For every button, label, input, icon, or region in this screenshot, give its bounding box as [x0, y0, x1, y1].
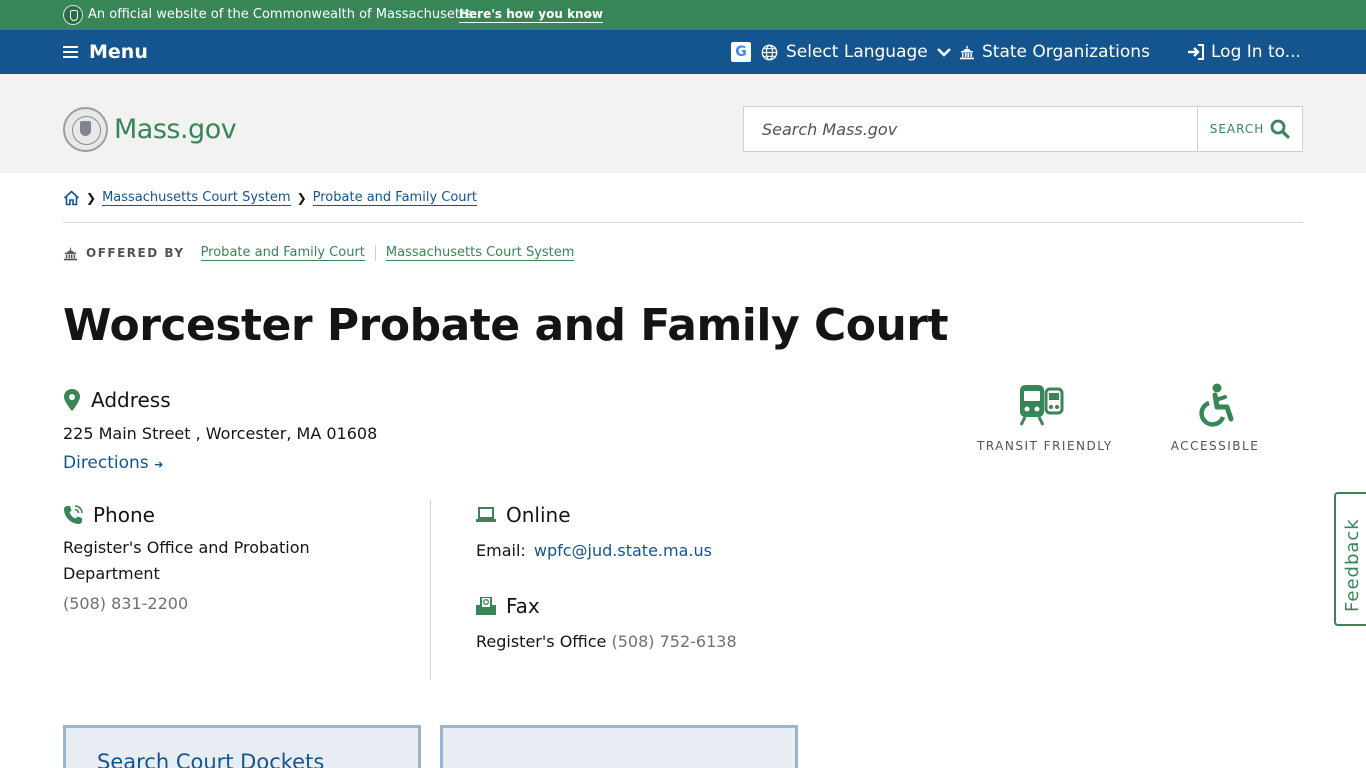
phone-description: Register's Office and Probation Departme… [63, 538, 310, 583]
heres-how-you-know-link[interactable]: Here's how you know [459, 7, 603, 23]
offered-by-link[interactable]: Probate and Family Court [200, 245, 365, 261]
capitol-building-icon [63, 246, 78, 260]
language-selector[interactable]: G Select Language [731, 41, 951, 63]
directions-link[interactable]: Directions ➜ [63, 450, 163, 478]
chevron-down-icon [936, 48, 951, 57]
address-heading-label: Address [91, 388, 171, 412]
arrow-right-icon: ➜ [154, 458, 164, 471]
chevron-right-icon: ❯ [296, 191, 307, 205]
card-title: Search Court Dockets [97, 750, 325, 768]
fax-heading: Fax [476, 594, 540, 618]
menu-label: Menu [89, 41, 148, 63]
fax-heading-label: Fax [506, 594, 540, 618]
search-icon [1270, 119, 1290, 139]
divider [430, 500, 431, 680]
phone-heading: Phone [63, 503, 155, 527]
offered-by-label: OFFERED BY [86, 246, 185, 260]
state-organizations-label: State Organizations [982, 42, 1150, 62]
language-label: Select Language [786, 42, 928, 62]
fax-label: Register's Office [476, 632, 607, 651]
address-heading: Address [63, 388, 171, 412]
accessible-icon [1199, 383, 1234, 427]
feedback-button[interactable]: Feedback [1334, 492, 1366, 626]
globe-icon [761, 44, 778, 60]
link-card[interactable] [440, 725, 798, 768]
phone-icon [64, 505, 83, 524]
breadcrumb-link[interactable]: Massachusetts Court System [102, 190, 291, 206]
capitol-building-icon [960, 45, 974, 60]
chevron-right-icon: ❯ [86, 191, 97, 205]
search-input[interactable] [744, 107, 1197, 151]
official-banner: An official website of the Commonwealth … [0, 0, 1366, 30]
online-heading: Online [476, 503, 571, 527]
chevron-down-icon[interactable]: ⌄ [585, 7, 594, 20]
search-button-label: SEARCH [1209, 122, 1265, 136]
login-icon [1188, 44, 1204, 60]
site-search: SEARCH [743, 106, 1303, 152]
offered-by-link[interactable]: Massachusetts Court System [385, 245, 575, 261]
page-title: Worcester Probate and Family Court [63, 300, 949, 351]
directions-label: Directions [63, 453, 149, 473]
divider [374, 245, 376, 261]
online-heading-label: Online [506, 503, 571, 527]
logo-text: Mass.gov [114, 114, 237, 145]
transit-friendly-feature: TRANSIT FRIENDLY [977, 383, 1113, 453]
state-seal-icon [63, 107, 108, 152]
divider [63, 222, 1303, 223]
login-button[interactable]: Log In to... [1186, 41, 1301, 63]
breadcrumb: ❯ Massachusetts Court System ❯ Probate a… [63, 190, 477, 206]
email-link[interactable]: wpfc@jud.state.ma.us [534, 541, 712, 560]
home-icon[interactable] [63, 190, 80, 206]
feedback-label: Feedback [1342, 518, 1363, 612]
menu-button[interactable]: Menu [63, 40, 148, 64]
site-header: Mass.gov SEARCH [0, 74, 1366, 173]
mass-gov-logo[interactable]: Mass.gov [63, 107, 237, 152]
email-row: Email: wpfc@jud.state.ma.us [476, 538, 712, 564]
accessible-label: ACCESSIBLE [1170, 439, 1260, 453]
fax-icon [476, 597, 496, 615]
hamburger-icon [63, 46, 78, 58]
search-court-dockets-card[interactable]: Search Court Dockets [63, 725, 421, 768]
phone-number[interactable]: (508) 831-2200 [63, 591, 188, 617]
transit-icon [1019, 385, 1064, 426]
map-pin-icon [64, 389, 80, 411]
phone-heading-label: Phone [93, 503, 155, 527]
email-label: Email: [476, 541, 526, 560]
accessible-feature: ACCESSIBLE [1170, 383, 1260, 453]
state-seal-icon [63, 5, 83, 25]
laptop-icon [476, 507, 496, 522]
offered-by: OFFERED BY Probate and Family Court Mass… [63, 245, 575, 261]
transit-friendly-label: TRANSIT FRIENDLY [977, 439, 1113, 453]
search-button[interactable]: SEARCH [1197, 107, 1302, 151]
google-translate-icon: G [731, 42, 751, 62]
address-line: 225 Main Street , Worcester, MA 01608 [63, 424, 378, 443]
breadcrumb-link[interactable]: Probate and Family Court [312, 190, 477, 206]
fax-number: (508) 752-6138 [611, 632, 737, 651]
login-label: Log In to... [1211, 42, 1301, 62]
fax-row: Register's Office (508) 752-6138 [476, 629, 737, 655]
state-organizations-button[interactable]: State Organizations [959, 41, 1150, 63]
utility-nav: Menu G Select Language State Organizatio… [0, 30, 1366, 74]
official-banner-text: An official website of the Commonwealth … [88, 7, 472, 22]
